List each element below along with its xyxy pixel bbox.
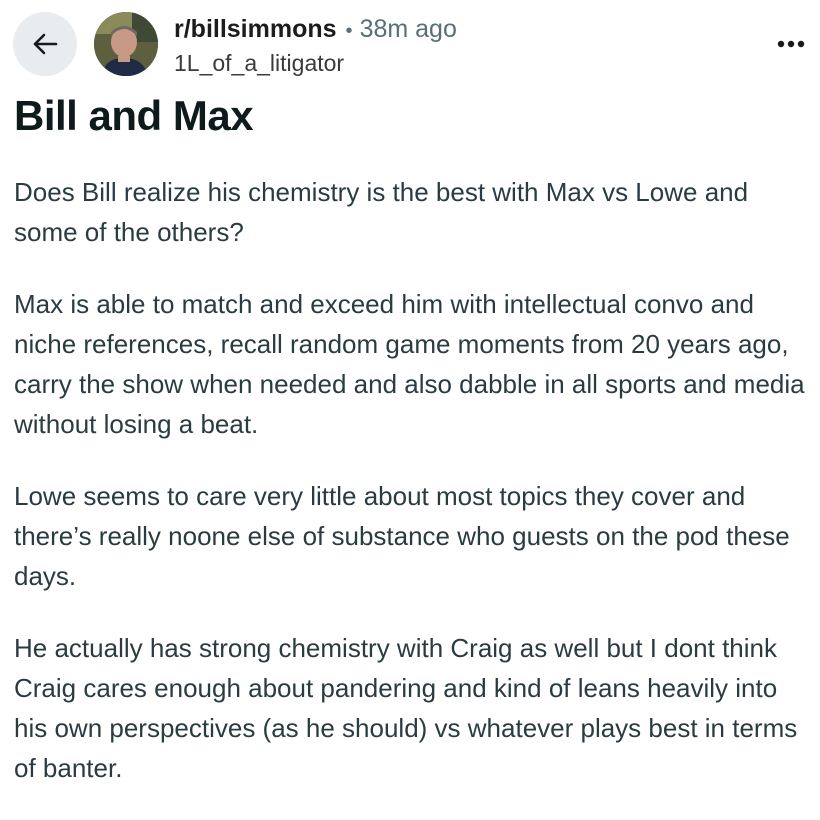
meta-separator: • [345,20,353,42]
subreddit-link[interactable]: r/billsimmons [174,14,337,44]
avatar[interactable] [94,12,158,76]
post-meta: r/billsimmons • 38m ago 1L_of_a_litigato… [174,14,457,78]
post-paragraph: Does Bill realize his chemistry is the b… [14,177,749,247]
more-horizontal-icon [777,35,805,53]
post-paragraph: Max is able to match and exceed him with… [14,289,805,439]
more-options-button[interactable] [768,22,814,66]
post-header: r/billsimmons • 38m ago 1L_of_a_litigato… [0,0,820,88]
back-button[interactable] [13,12,77,76]
meta-line: r/billsimmons • 38m ago [174,14,457,46]
post-title: Bill and Max [14,92,254,139]
post-paragraph: He actually has strong chemistry with Cr… [14,633,798,783]
post-time: 38m ago [359,15,457,43]
post-paragraph: Lowe seems to care very little about mos… [14,481,790,591]
author-link[interactable]: 1L_of_a_litigator [174,48,457,78]
arrow-left-icon [32,32,58,56]
post-body: Does Bill realize his chemistry is the b… [14,172,814,820]
